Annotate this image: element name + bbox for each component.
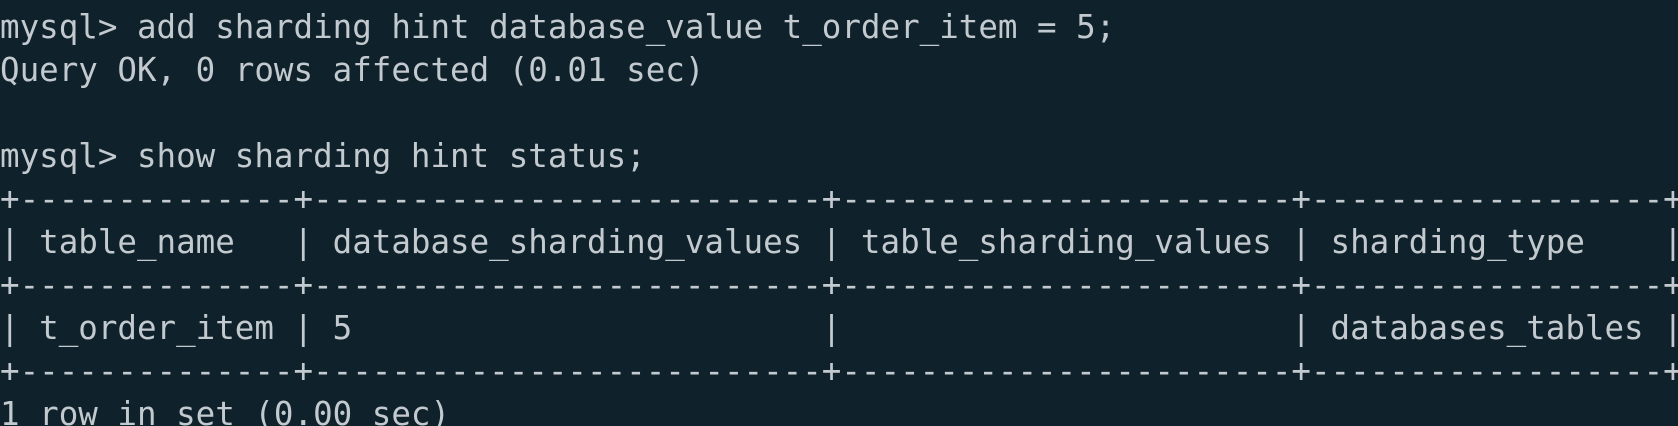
table-row: | t_order_item | 5 | | databases_tables … [0,309,1678,347]
rows-in-set-output: 1 row in set (0.00 sec) [0,395,451,426]
table-border-bottom: +--------------+------------------------… [0,352,1678,390]
command-show-sharding-hint-status: mysql> show sharding hint status; [0,137,646,175]
query-ok-output: Query OK, 0 rows affected (0.01 sec) [0,51,705,89]
table-header-row: | table_name | database_sharding_values … [0,223,1678,261]
command-add-sharding-hint: mysql> add sharding hint database_value … [0,8,1116,46]
terminal-window[interactable]: mysql> add sharding hint database_value … [0,0,1678,426]
table-border-header: +--------------+------------------------… [0,266,1678,304]
table-border-top: +--------------+------------------------… [0,180,1678,218]
